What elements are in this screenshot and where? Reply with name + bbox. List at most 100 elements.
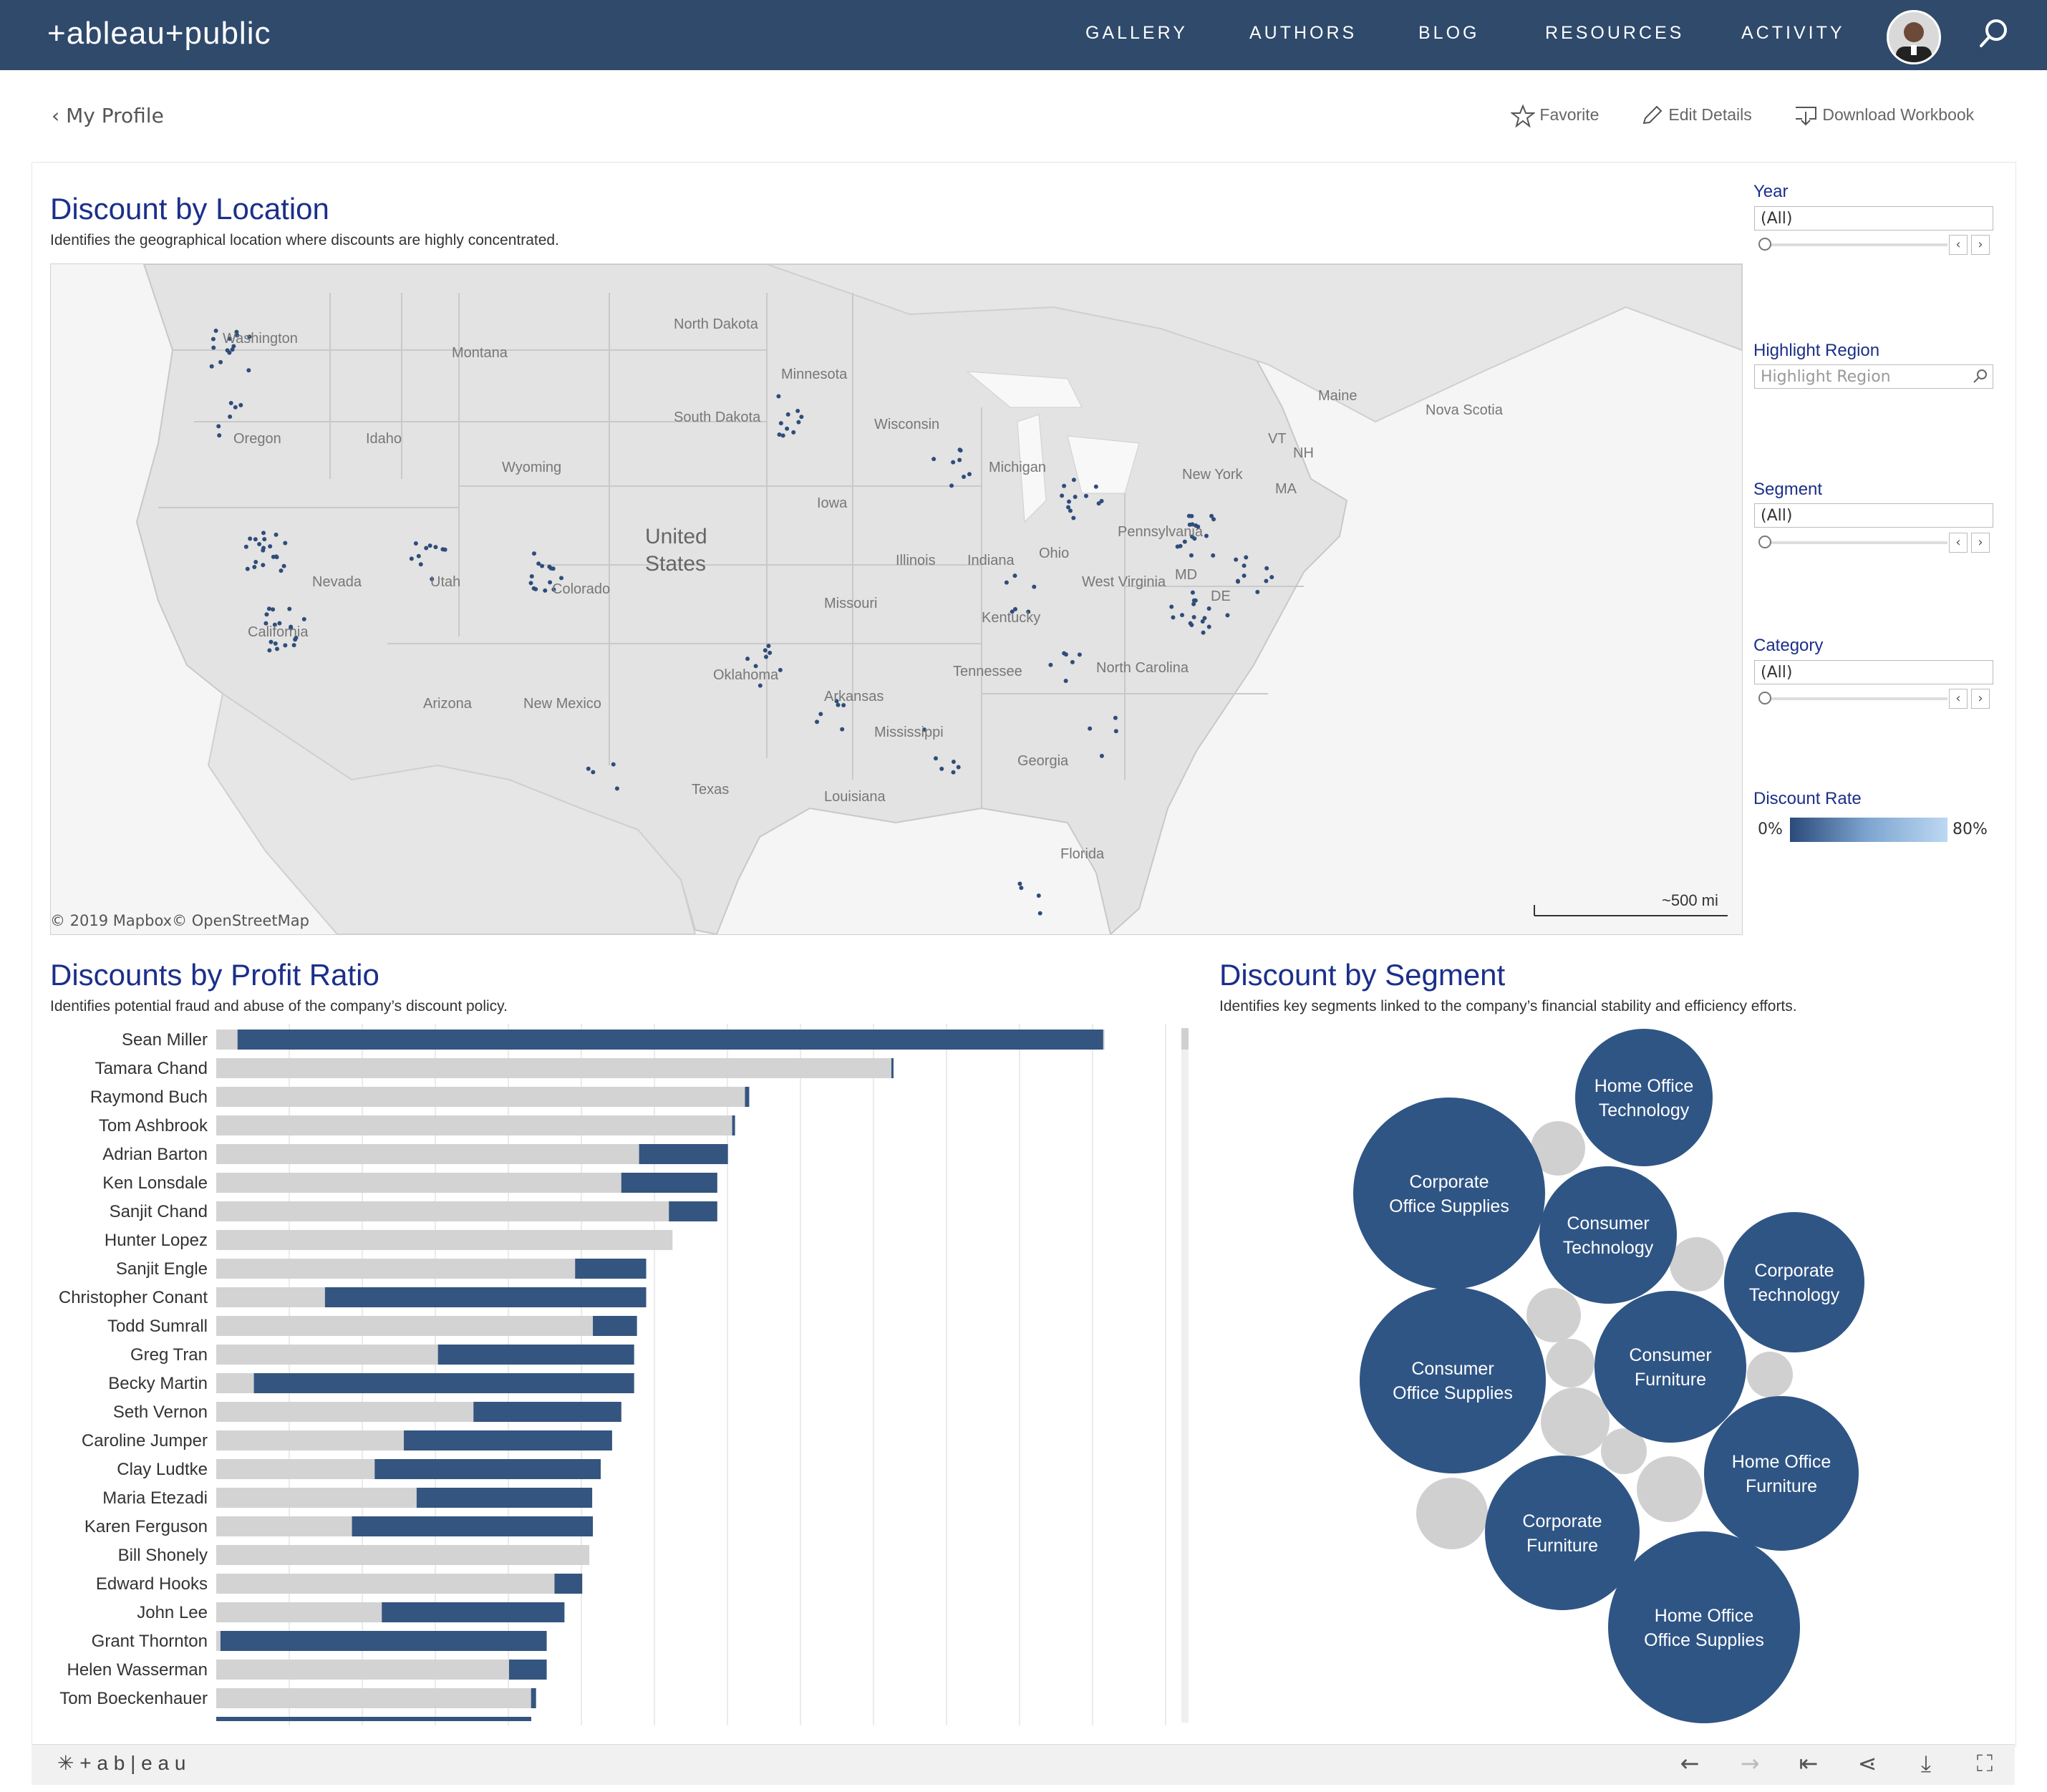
map-label: Mississippi xyxy=(874,725,944,740)
map-point xyxy=(413,541,418,546)
map-point xyxy=(1004,580,1009,585)
category-slider[interactable] xyxy=(1764,697,1947,700)
legend-min: 0% xyxy=(1758,820,1783,838)
nav-blog[interactable]: BLOG xyxy=(1418,23,1479,44)
map-point xyxy=(1169,604,1174,609)
search-icon[interactable] xyxy=(1976,16,2012,52)
map-point xyxy=(287,606,292,611)
map-point xyxy=(785,412,790,417)
bubble-label: Home Office xyxy=(1655,1606,1753,1626)
map-point xyxy=(611,762,616,767)
category-next-button[interactable]: › xyxy=(1971,689,1990,709)
map-label: Maine xyxy=(1318,388,1357,404)
favorite-button[interactable]: Favorite xyxy=(1510,104,1599,128)
map-point xyxy=(763,648,768,653)
map-point xyxy=(1178,543,1183,548)
map-point xyxy=(949,483,954,488)
year-slider-handle[interactable] xyxy=(1758,238,1771,251)
map-point xyxy=(559,576,564,581)
map-point xyxy=(1070,659,1075,664)
bubble-minor xyxy=(1526,1288,1581,1342)
bar-discount xyxy=(575,1259,647,1279)
bar-label: Karen Ferguson xyxy=(84,1517,208,1536)
bubble-minor xyxy=(1416,1478,1488,1549)
share-icon[interactable]: ⋖ xyxy=(1853,1750,1882,1778)
segment-next-button[interactable]: › xyxy=(1971,533,1990,553)
year-prev-button[interactable]: ‹ xyxy=(1949,235,1968,255)
map-point xyxy=(614,786,619,791)
segment-slider[interactable] xyxy=(1764,541,1947,544)
category-dropdown[interactable]: (All) xyxy=(1754,660,1993,684)
search-icon[interactable] xyxy=(1972,368,1989,385)
bar-discount xyxy=(220,1631,547,1651)
segment-slider-handle[interactable] xyxy=(1758,536,1771,548)
redo-icon[interactable]: → xyxy=(1736,1750,1764,1778)
map-point xyxy=(1255,589,1260,594)
map-point xyxy=(528,581,533,586)
map-credit[interactable]: © 2019 Mapbox© OpenStreetMap xyxy=(50,912,309,929)
undo-icon[interactable]: ← xyxy=(1675,1750,1704,1778)
bubble-minor xyxy=(1670,1237,1724,1292)
discount-map[interactable]: United States Washington Montana North D… xyxy=(50,263,1743,935)
back-to-profile-link[interactable]: ‹ My Profile xyxy=(52,104,164,127)
bubble-label: Consumer xyxy=(1567,1214,1649,1234)
segment-dropdown[interactable]: (All) xyxy=(1754,503,1993,528)
map-label: New Mexico xyxy=(523,696,601,712)
map-point xyxy=(778,421,783,426)
download-workbook-button[interactable]: Download Workbook xyxy=(1794,105,1974,127)
segment-prev-button[interactable]: ‹ xyxy=(1949,533,1968,553)
map-point xyxy=(275,646,280,652)
nav-gallery[interactable]: GALLERY xyxy=(1085,23,1188,44)
bar-total xyxy=(216,1230,673,1250)
map-label: Florida xyxy=(1060,846,1105,862)
tableau-logo[interactable]: ✳ + a b | e a u xyxy=(57,1751,185,1775)
bar-total xyxy=(216,1058,891,1078)
bar-label: Edward Hooks xyxy=(96,1574,208,1594)
year-dropdown[interactable]: (All) xyxy=(1754,206,1993,231)
map-point xyxy=(840,727,845,732)
bar-chart-title: Discounts by Profit Ratio xyxy=(50,958,379,992)
bar-total xyxy=(216,1545,590,1565)
map-point xyxy=(768,650,773,655)
nav-resources[interactable]: RESOURCES xyxy=(1545,23,1684,44)
category-slider-handle[interactable] xyxy=(1758,692,1771,704)
nav-activity[interactable]: ACTIVITY xyxy=(1741,23,1845,44)
nav-authors[interactable]: AUTHORS xyxy=(1249,23,1357,44)
tableau-public-logo[interactable]: +ableau+public xyxy=(47,16,271,52)
map-point xyxy=(1063,678,1068,683)
fullscreen-icon[interactable]: ⛶ xyxy=(1970,1750,1999,1778)
scrollbar-thumb xyxy=(1181,1028,1189,1050)
edit-details-button[interactable]: Edit Details xyxy=(1640,105,1752,127)
bar-discount xyxy=(374,1459,601,1479)
map-point xyxy=(1191,601,1196,606)
category-prev-button[interactable]: ‹ xyxy=(1949,689,1968,709)
segment-chart-title: Discount by Segment xyxy=(1219,958,1506,992)
bar-label: Christopher Conant xyxy=(59,1288,208,1307)
map-point xyxy=(951,460,956,465)
segment-bubble xyxy=(1608,1531,1800,1723)
map-label: Ohio xyxy=(1039,546,1069,561)
map-point xyxy=(440,547,445,552)
map-label: West Virginia xyxy=(1082,574,1166,590)
map-point xyxy=(291,643,296,648)
year-slider[interactable] xyxy=(1764,243,1947,246)
bar-discount xyxy=(554,1574,583,1594)
highlight-region-input[interactable]: Highlight Region xyxy=(1754,364,1993,389)
map-point xyxy=(213,329,218,334)
bubble-label: Technology xyxy=(1563,1238,1654,1258)
bubble-label: Furniture xyxy=(1746,1476,1817,1496)
user-avatar[interactable] xyxy=(1887,10,1941,64)
map-point xyxy=(785,426,790,431)
map-point xyxy=(427,543,432,548)
download-icon[interactable]: ⤓ xyxy=(1912,1750,1940,1778)
discount-rate-gradient xyxy=(1790,818,1947,842)
revert-icon[interactable]: ⇤ xyxy=(1794,1750,1823,1778)
tableau-cross-icon: ✳ xyxy=(57,1752,80,1774)
map-point xyxy=(230,347,235,352)
map-point xyxy=(766,644,771,649)
year-next-button[interactable]: › xyxy=(1971,235,1990,255)
map-point xyxy=(274,532,279,537)
map-point xyxy=(210,336,216,342)
map-point xyxy=(591,770,596,775)
map-point xyxy=(791,430,796,435)
